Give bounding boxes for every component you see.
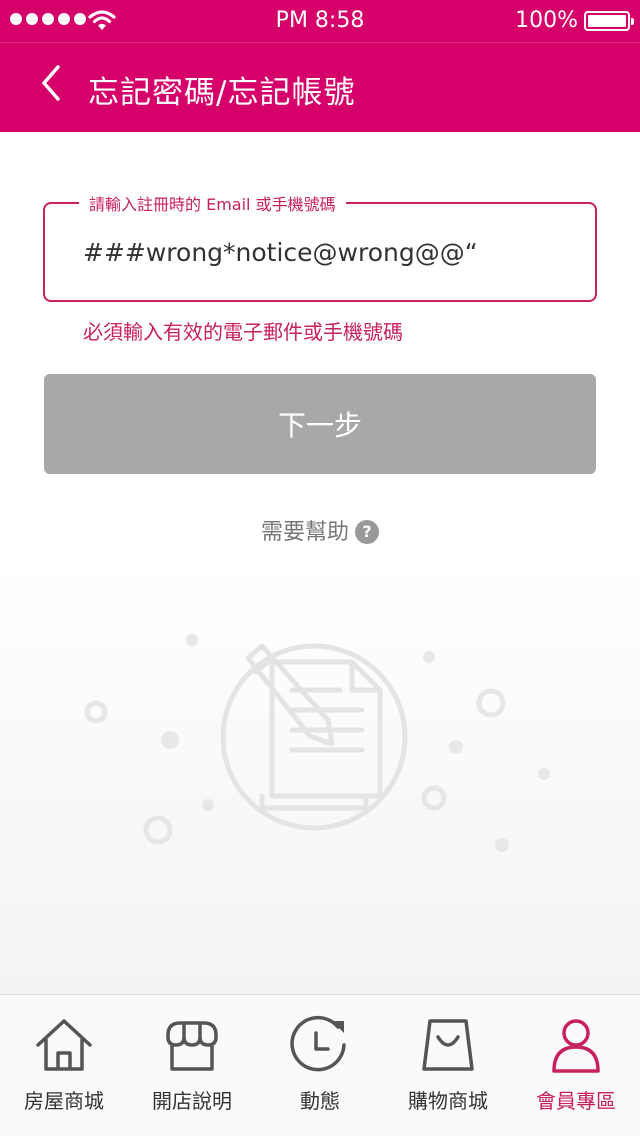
clock-refresh-icon bbox=[290, 1015, 346, 1072]
help-label: 需要幫助 bbox=[260, 520, 349, 545]
tab-house-mall[interactable]: 房屋商城 bbox=[0, 995, 128, 1136]
tab-label: 會員專區 bbox=[536, 1089, 616, 1113]
storefront-icon bbox=[166, 1021, 218, 1071]
page-title: 忘記密碼/忘記帳號 bbox=[88, 75, 356, 111]
validation-error-message: 必須輸入有效的電子郵件或手機號碼 bbox=[83, 320, 403, 344]
tab-label: 開店說明 bbox=[152, 1089, 232, 1113]
nav-bar: 忘記密碼/忘記帳號 bbox=[0, 42, 640, 132]
email-or-phone-field: 請輸入註冊時的 Email 或手機號碼 bbox=[43, 191, 597, 302]
next-step-button[interactable]: 下一步 bbox=[44, 374, 596, 474]
tab-label: 動態 bbox=[300, 1089, 340, 1113]
help-link[interactable]: 需要幫助? bbox=[0, 514, 640, 546]
status-bar: PM 8:58 100% bbox=[0, 0, 640, 42]
tab-store-guide[interactable]: 開店說明 bbox=[128, 995, 256, 1136]
person-icon bbox=[552, 1019, 600, 1073]
email-or-phone-input[interactable] bbox=[83, 232, 563, 272]
battery-percentage: 100% bbox=[515, 8, 578, 33]
tab-activity[interactable]: 動態 bbox=[256, 995, 384, 1136]
battery-icon bbox=[584, 11, 634, 31]
tab-shopping-mall[interactable]: 購物商城 bbox=[384, 995, 512, 1136]
tab-label: 購物商城 bbox=[408, 1089, 488, 1113]
question-circle-icon: ? bbox=[355, 520, 379, 544]
back-chevron-icon[interactable] bbox=[30, 61, 74, 105]
tab-bar: 房屋商城 開店說明 動態 購物商城 會員專區 bbox=[0, 994, 640, 1136]
field-label: 請輸入註冊時的 Email 或手機號碼 bbox=[79, 191, 346, 215]
tab-label: 房屋商城 bbox=[24, 1089, 104, 1113]
house-icon bbox=[36, 1019, 92, 1071]
shopping-bag-icon bbox=[422, 1019, 474, 1071]
tab-member-zone[interactable]: 會員專區 bbox=[512, 995, 640, 1136]
document-edit-illustration-icon bbox=[84, 634, 550, 852]
